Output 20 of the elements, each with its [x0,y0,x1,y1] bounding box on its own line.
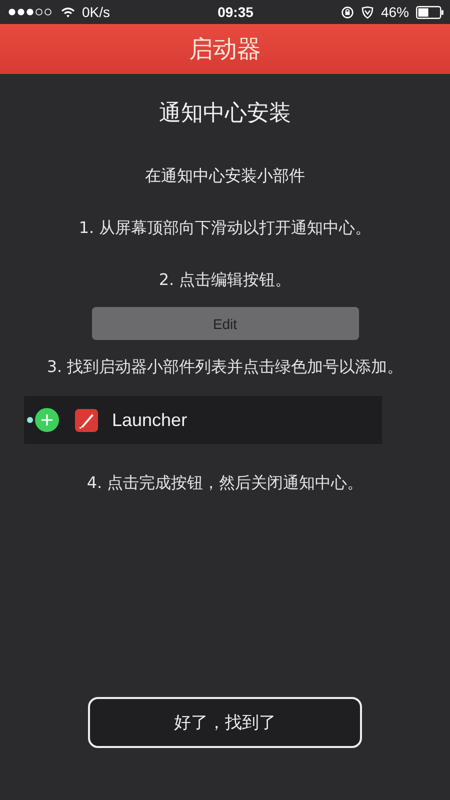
instruction-step: 2. 点击编辑按钮。 [114,269,336,291]
app-title: 启动器 [189,34,261,65]
subtitle-text: 在通知中心安装小部件 [145,166,305,187]
clock-time: 09:35 [218,4,254,20]
instruction-step: 4. 点击完成按钮，然后关闭通知中心。 [42,472,408,494]
wifi-icon [61,6,75,18]
page-heading: 通知中心安装 [159,100,291,128]
widget-name: Launcher [112,410,188,430]
app-icon [75,408,98,432]
instruction-step: 1. 从屏幕顶部向下滑动以打开通知中心。 [34,217,416,239]
battery-percent: 46% [380,4,409,20]
network-speed: 0K/s [82,4,110,20]
add-icon[interactable] [35,408,59,432]
dot-icon [27,417,33,423]
confirm-button[interactable]: 好了，找到了 [88,697,362,748]
signal-icon [8,8,54,16]
instruction-step: 3. 找到启动器小部件列表并点击绿色加号以添加。 [2,356,448,378]
rotation-lock-icon [340,6,354,18]
battery-icon [416,6,444,18]
shield-icon [360,6,374,18]
